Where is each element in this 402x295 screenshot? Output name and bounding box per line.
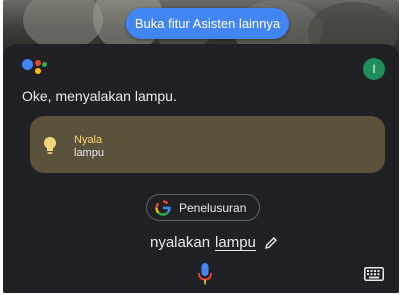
open-assistant-features-button[interactable]: Buka fitur Asisten lainnya [126,8,289,39]
logo-dot [35,68,41,74]
spoken-query[interactable]: nyalakan lampu [150,234,278,251]
search-suggestion-label: Penelusuran [179,200,247,215]
device-card[interactable]: Nyala lampu [30,116,385,173]
google-g-icon [155,199,171,216]
logo-dot [22,59,33,70]
assistant-response-text: Oke, menyalakan lampu. [22,88,177,104]
account-avatar[interactable]: I [363,58,385,80]
assistant-screen: Buka fitur Asisten lainnya I Oke, menyal… [3,0,399,293]
logo-dot [35,60,41,66]
pencil-icon[interactable] [264,236,278,250]
background-shape [23,0,103,50]
query-highlight: lampu [215,234,256,251]
open-assistant-features-label: Buka fitur Asisten lainnya [134,16,281,31]
assistant-logo-icon [22,56,48,76]
assistant-sheet: I Oke, menyalakan lampu. Nyala lampu Pen… [3,44,399,293]
device-name: lampu [74,147,104,159]
logo-dot [42,62,47,67]
keyboard-icon[interactable] [364,267,384,281]
device-status: Nyala [74,134,103,146]
mic-icon[interactable] [197,262,213,286]
search-suggestion-chip[interactable]: Penelusuran [146,194,260,221]
lightbulb-icon [44,137,56,154]
query-prefix: nyalakan [150,234,211,251]
avatar-initial: I [372,62,376,76]
